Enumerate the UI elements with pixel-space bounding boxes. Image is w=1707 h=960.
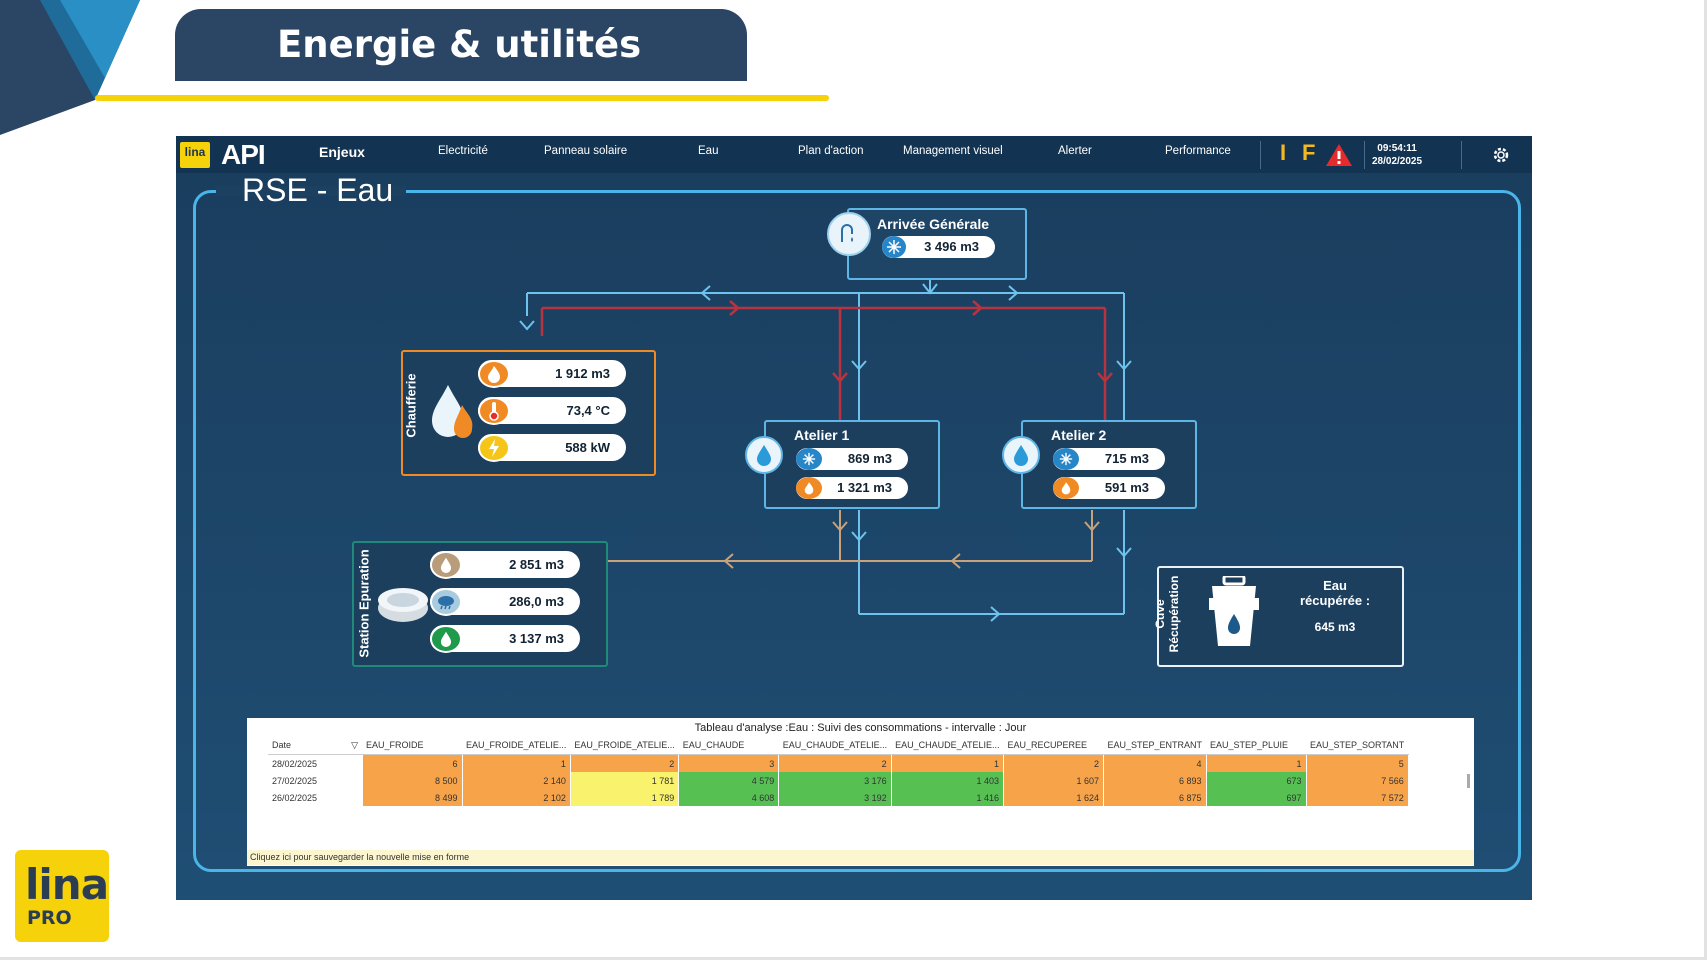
thermometer-icon — [478, 397, 510, 425]
table-scrollbar[interactable] — [1467, 774, 1470, 788]
station-label: Station Epuration — [356, 549, 372, 658]
bucket-icon — [1209, 576, 1259, 646]
water-drop-icon — [430, 625, 462, 653]
app-window: lina API Enjeux Electricité Panneau sola… — [176, 136, 1532, 900]
table-cell: 2 — [570, 754, 680, 772]
flame-icon — [796, 477, 822, 499]
table-cell: 3 — [678, 754, 780, 772]
lightning-icon — [478, 434, 510, 462]
table-cell: 2 102 — [462, 789, 571, 806]
treatment-basin-icon — [378, 588, 428, 622]
column-header[interactable]: EAU_RECUPEREE — [1003, 736, 1104, 755]
table-row[interactable]: 27/02/2025 8 500 2 140 1 781 4 579 3 176 1 403… — [268, 772, 1409, 789]
cuve-title-line2: récupérée : — [1299, 593, 1371, 608]
table-cell: 3 176 — [778, 772, 892, 789]
table-cell: 8 500 — [362, 772, 463, 789]
table-cell: 6 875 — [1103, 789, 1207, 806]
table-cell: 697 — [1206, 789, 1307, 806]
atelier-1-title: Atelier 1 — [794, 427, 850, 443]
cuve-value: 645 m3 — [1314, 620, 1356, 634]
cuve-label-line1: Cuve — [1153, 599, 1167, 629]
table-cell: 1 624 — [1003, 789, 1104, 806]
rain-cloud-icon — [430, 588, 462, 616]
consumption-table[interactable]: Date ▽ EAU_FROIDE EAU_FROIDE_ATELIE... EA… — [268, 736, 1409, 806]
column-header[interactable]: EAU_CHAUDE — [678, 736, 779, 755]
arrivee-generale-box[interactable]: Arrivée Générale 3 496 m3 — [847, 208, 1027, 280]
column-header-label: Date — [272, 739, 292, 750]
lina-pro-logo: lina PRO — [15, 850, 109, 942]
chaufferie-label: Chaufferie — [403, 373, 419, 438]
table-cell: 6 893 — [1103, 772, 1207, 789]
table-cell: 673 — [1206, 772, 1307, 789]
column-header[interactable]: EAU_CHAUDE_ATELIE... — [891, 736, 1004, 755]
cuve-title: Eau récupérée : — [1280, 578, 1390, 608]
column-header[interactable]: EAU_FROIDE_ATELIE... — [570, 736, 679, 755]
snowflake-icon — [796, 448, 822, 470]
table-header-row: Date ▽ EAU_FROIDE EAU_FROIDE_ATELIE... EA… — [268, 736, 1409, 755]
table-cell-date: 27/02/2025 — [268, 772, 363, 789]
table-cell: 2 — [1003, 754, 1104, 772]
atelier-2-title: Atelier 2 — [1051, 427, 1107, 443]
column-header[interactable]: EAU_FROIDE — [362, 736, 462, 755]
faucet-icon — [827, 212, 871, 256]
column-header[interactable]: EAU_STEP_ENTRANT — [1103, 736, 1207, 755]
column-header[interactable]: EAU_STEP_SORTANT — [1306, 736, 1409, 755]
analysis-table-panel: Tableau d'analyse :Eau : Suivi des conso… — [247, 718, 1474, 866]
arrivee-title: Arrivée Générale — [877, 216, 990, 232]
atelier-1-box[interactable]: Atelier 1 869 m3 1 321 m3 — [764, 420, 940, 509]
snowflake-icon — [882, 236, 906, 258]
table-cell-date: 26/02/2025 — [268, 789, 363, 806]
slide-title: Energie & utilités — [175, 9, 747, 81]
table-row[interactable]: 26/02/2025 8 499 2 102 1 789 4 608 3 192 1 416… — [268, 789, 1409, 806]
table-cell: 1 — [1206, 754, 1307, 772]
table-cell: 1 403 — [891, 772, 1005, 789]
water-drop-icon — [430, 551, 462, 579]
title-underline — [95, 95, 829, 101]
save-layout-hint[interactable]: Cliquez ici pour sauvegarder la nouvelle… — [247, 850, 1474, 865]
table-cell: 1 416 — [891, 789, 1005, 806]
table-cell: 7 572 — [1306, 789, 1409, 806]
atelier-2-box[interactable]: Atelier 2 715 m3 591 m3 — [1021, 420, 1197, 509]
column-header[interactable]: EAU_STEP_PLUIE — [1206, 736, 1307, 755]
table-cell: 1 — [462, 754, 571, 772]
logo-subtext: PRO — [27, 907, 72, 929]
water-drop-icon — [745, 436, 783, 474]
column-header[interactable]: EAU_FROIDE_ATELIE... — [462, 736, 571, 755]
water-drop-icon — [1002, 436, 1040, 474]
table-cell: 4 579 — [678, 772, 780, 789]
table-cell: 1 — [891, 754, 1005, 772]
snowflake-icon — [1053, 448, 1079, 470]
table-cell: 4 — [1103, 754, 1207, 772]
flame-icon — [478, 360, 510, 388]
logo-text: lina — [25, 860, 109, 909]
table-cell: 3 192 — [778, 789, 892, 806]
cuve-label-line2: Récupération — [1167, 575, 1181, 653]
cuve-title-line1: Eau — [1323, 578, 1347, 593]
table-cell: 8 499 — [362, 789, 463, 806]
filter-icon[interactable]: ▽ — [351, 740, 358, 751]
waste-water-pipes — [606, 510, 1100, 569]
table-cell: 1 789 — [570, 789, 680, 806]
table-cell: 6 — [362, 754, 463, 772]
column-header[interactable]: EAU_CHAUDE_ATELIE... — [778, 736, 892, 755]
column-header[interactable]: Date ▽ — [268, 736, 362, 755]
table-row[interactable]: 28/02/2025 6 1 2 3 2 1 2 4 1 5 — [268, 754, 1409, 772]
table-cell: 2 — [778, 754, 892, 772]
table-body: 28/02/2025 6 1 2 3 2 1 2 4 1 5 27/02/2025 8 500 2 140… — [268, 754, 1409, 806]
water-heat-icon — [432, 385, 473, 438]
table-cell: 5 — [1306, 754, 1409, 772]
table-cell-date: 28/02/2025 — [268, 754, 363, 772]
table-cell: 2 140 — [462, 772, 571, 789]
table-cell: 1 607 — [1003, 772, 1104, 789]
flame-icon — [1053, 477, 1079, 499]
corner-decoration — [0, 0, 140, 135]
table-cell: 1 781 — [570, 772, 680, 789]
table-cell: 4 608 — [678, 789, 780, 806]
table-cell: 7 566 — [1306, 772, 1409, 789]
table-caption: Tableau d'analyse :Eau : Suivi des conso… — [694, 722, 1027, 734]
